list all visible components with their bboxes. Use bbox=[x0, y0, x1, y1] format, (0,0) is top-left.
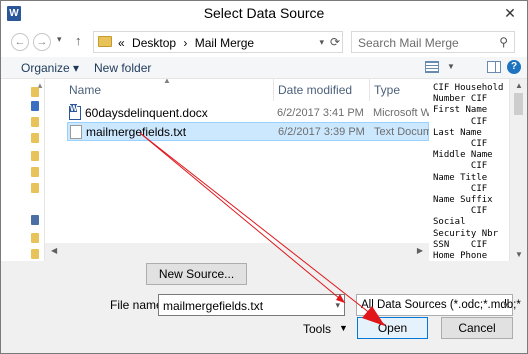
back-button[interactable]: ← bbox=[11, 33, 29, 51]
command-toolbar: Organize ▾ New folder ▼ ? bbox=[1, 57, 527, 79]
column-header-type[interactable]: Type bbox=[374, 79, 400, 101]
file-type: Text Docum bbox=[374, 126, 429, 138]
breadcrumb-separator[interactable]: › bbox=[183, 36, 187, 50]
nav-folder-icon[interactable] bbox=[31, 117, 39, 127]
column-divider[interactable] bbox=[273, 79, 274, 101]
column-header-name[interactable]: Name bbox=[69, 79, 101, 101]
open-button[interactable]: Open bbox=[357, 317, 428, 339]
horizontal-scrollbar[interactable]: ◀ ▶ bbox=[45, 243, 429, 261]
nav-word-icon[interactable] bbox=[31, 101, 39, 111]
new-source-button[interactable]: New Source... bbox=[146, 263, 247, 285]
view-options-chevron-icon[interactable]: ▼ bbox=[447, 62, 455, 71]
refresh-icon[interactable]: ⟳ bbox=[330, 35, 340, 49]
nav-computer-icon[interactable] bbox=[31, 215, 39, 225]
tools-button[interactable]: Tools bbox=[303, 322, 331, 336]
word-document-icon bbox=[69, 104, 81, 120]
file-row-60daysdelinquent[interactable]: 60daysdelinquent.docx 6/2/2017 3:41 PM M… bbox=[67, 104, 429, 123]
column-divider[interactable] bbox=[369, 79, 370, 101]
search-input[interactable]: Search Mail Merge bbox=[358, 36, 459, 50]
up-folder-button[interactable]: ↑ bbox=[75, 33, 82, 48]
file-type-filter[interactable]: All Data Sources (*.odc;*.mdb;* ▾ bbox=[356, 294, 521, 316]
scroll-right-icon[interactable]: ▶ bbox=[417, 246, 423, 255]
organize-button[interactable]: Organize ▾ bbox=[21, 61, 79, 75]
preview-text: CIF Household Number CIF First Name CIF … bbox=[433, 83, 504, 261]
preview-pane: CIF Household Number CIF First Name CIF … bbox=[429, 79, 509, 261]
file-type: Microsoft W bbox=[373, 107, 429, 119]
address-bar[interactable]: « Desktop › Mail Merge ▾ ⟳ bbox=[93, 31, 343, 53]
file-date: 6/2/2017 3:39 PM bbox=[278, 126, 365, 138]
file-type-filter-value[interactable]: All Data Sources (*.odc;*.mdb;* bbox=[361, 299, 521, 311]
filter-dropdown-icon[interactable]: ▾ bbox=[503, 300, 508, 311]
preview-pane-icon[interactable] bbox=[487, 61, 501, 73]
dialog-title: Select Data Source bbox=[203, 5, 325, 21]
scroll-up-icon[interactable]: ▲ bbox=[515, 81, 523, 90]
breadcrumb-overflow[interactable]: « bbox=[118, 36, 125, 50]
new-folder-button[interactable]: New folder bbox=[94, 61, 151, 75]
file-name-value[interactable]: mailmergefields.txt bbox=[163, 299, 263, 313]
column-header-date-modified[interactable]: Date modified bbox=[278, 79, 352, 101]
nav-folder-icon[interactable] bbox=[31, 183, 39, 193]
file-row-mailmergefields[interactable]: mailmergefields.txt 6/2/2017 3:39 PM Tex… bbox=[67, 122, 429, 141]
sort-ascending-icon: ▲ bbox=[163, 79, 171, 85]
scroll-left-icon[interactable]: ◀ bbox=[51, 246, 57, 255]
close-button[interactable]: ✕ bbox=[499, 4, 521, 22]
scrollbar-thumb[interactable] bbox=[514, 93, 523, 115]
nav-folder-icon[interactable] bbox=[31, 151, 39, 161]
select-data-source-dialog: W Select Data Source ✕ ← → ▾ ↑ « Desktop… bbox=[0, 0, 528, 354]
navigation-pane[interactable]: ▲ bbox=[1, 79, 45, 261]
search-icon[interactable]: ⚲ bbox=[499, 35, 508, 49]
preview-scrollbar[interactable]: ▲ ▼ bbox=[509, 79, 527, 261]
browser-content: ▲ Name ▲ Date modified Type 60daysdelinq… bbox=[1, 79, 527, 261]
text-document-icon bbox=[70, 125, 82, 139]
file-list: Name ▲ Date modified Type 60daysdelinque… bbox=[45, 79, 429, 261]
nav-folder-icon[interactable] bbox=[31, 249, 39, 259]
title-bar: W Select Data Source ✕ bbox=[1, 1, 527, 27]
nav-folder-icon[interactable] bbox=[31, 133, 39, 143]
file-name-field[interactable]: mailmergefields.txt ▾ bbox=[158, 294, 345, 316]
file-name: 60daysdelinquent.docx bbox=[85, 106, 208, 120]
folder-icon bbox=[98, 36, 112, 47]
cancel-button[interactable]: Cancel bbox=[441, 317, 513, 339]
address-bar-row: ← → ▾ ↑ « Desktop › Mail Merge ▾ ⟳ Searc… bbox=[1, 27, 527, 57]
breadcrumb-mail-merge[interactable]: Mail Merge bbox=[195, 36, 254, 50]
breadcrumb: « Desktop › Mail Merge bbox=[118, 36, 258, 50]
help-icon[interactable]: ? bbox=[507, 60, 521, 74]
nav-folder-icon[interactable] bbox=[31, 167, 39, 177]
file-name: mailmergefields.txt bbox=[86, 125, 187, 139]
file-name-dropdown-icon[interactable]: ▾ bbox=[335, 300, 340, 311]
change-view-icon[interactable] bbox=[425, 61, 439, 73]
tools-dropdown-icon[interactable]: ▼ bbox=[339, 323, 348, 333]
file-date: 6/2/2017 3:41 PM bbox=[277, 107, 364, 119]
breadcrumb-desktop[interactable]: Desktop bbox=[132, 36, 176, 50]
search-box[interactable]: Search Mail Merge ⚲ bbox=[351, 31, 515, 53]
recent-locations-chevron-icon[interactable]: ▾ bbox=[57, 34, 62, 45]
address-dropdown-icon[interactable]: ▾ bbox=[319, 37, 324, 48]
scroll-down-icon[interactable]: ▼ bbox=[515, 250, 523, 259]
nav-folder-icon[interactable] bbox=[31, 87, 39, 97]
nav-folder-icon[interactable] bbox=[31, 233, 39, 243]
forward-button[interactable]: → bbox=[33, 33, 51, 51]
